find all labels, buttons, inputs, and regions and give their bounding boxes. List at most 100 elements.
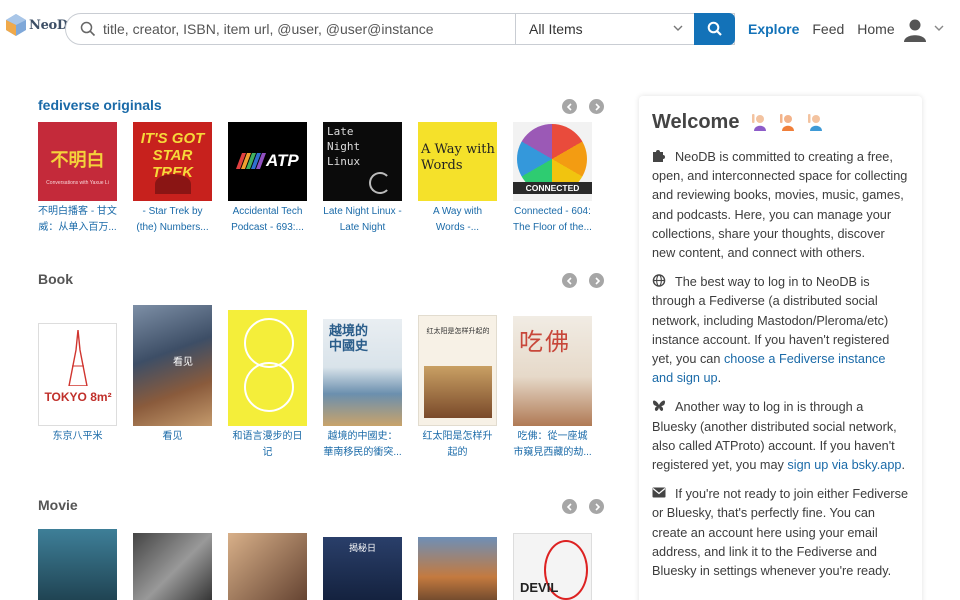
cover-image[interactable] [228,310,307,426]
cover-image[interactable]: 揭秘日 [323,537,402,600]
list-item[interactable]: 红太阳是怎样升起的 红太阳是怎样升起的 [418,315,497,461]
list-item[interactable] [228,529,307,600]
butterfly-icon [653,400,665,412]
intro-paragraph: NeoDB is committed to creating a free, o… [652,148,909,263]
cover-title: 红太阳是怎样升起的 [426,328,490,335]
item-list: 不明白 Conversations with Yaxue Li 不明白播客 - … [38,122,592,236]
list-item[interactable]: 不明白 Conversations with Yaxue Li 不明白播客 - … [38,122,117,236]
search-icon [707,21,722,36]
search-icon [80,21,96,37]
arrow-left-icon[interactable] [562,99,577,114]
nav-home[interactable]: Home [857,21,894,37]
puzzle-icon [653,150,665,162]
list-item[interactable]: DEVIL [513,529,592,600]
cover-image[interactable] [418,537,497,600]
cover-image[interactable] [38,529,117,600]
nav-explore[interactable]: Explore [748,21,799,37]
cover-image[interactable]: CONNECTED [513,122,592,201]
list-item[interactable]: ATP Accidental Tech Podcast - 693:... [228,122,307,236]
arrow-left-icon[interactable] [562,499,577,514]
cover-image[interactable]: DEVIL [513,533,592,600]
cover-title: A Way with Words [421,142,495,173]
section-movie: Movie 揭秘日 DEVIL [38,497,604,600]
list-item[interactable]: 和语言漫步的日记 [228,310,307,461]
envelope-icon [652,487,666,498]
person-raising-hand-icon [780,114,795,131]
cover-image[interactable]: 吃佛 [513,316,592,426]
arrow-right-icon[interactable] [589,499,604,514]
list-item[interactable]: IT'S GOT STAR TREK - Star Trek by (the) … [133,122,212,236]
welcome-panel: Welcome NeoDB is committed to creating a… [639,96,922,600]
avatar-icon[interactable] [903,18,927,42]
list-item[interactable]: Late Night Linux Late Night Linux - Late… [323,122,402,236]
cover-title: 揭秘日 [348,543,376,553]
cover-title: 看见 [173,357,193,368]
main-nav: Explore Feed Home [748,21,895,37]
item-caption[interactable]: Late Night Linux - Late Night Linux... [323,204,402,236]
section-title[interactable]: Movie [38,497,604,517]
item-caption[interactable]: 红太阳是怎样升起的 [418,429,497,461]
cover-title: DEVIL [520,580,559,595]
item-caption[interactable]: Accidental Tech Podcast - 693:... [228,204,307,236]
carousel-arrows [562,99,604,114]
arrow-left-icon[interactable] [562,273,577,288]
cover-title: Late Night Linux [327,125,361,168]
section-title[interactable]: Book [38,271,604,291]
list-item[interactable]: A Way with Words A Way with Words -... [418,122,497,236]
cover-title: ATP [266,151,299,170]
item-list: 揭秘日 DEVIL [38,529,592,600]
cover-subtitle: Conversations with Yaxue Li [46,180,109,186]
cover-image[interactable]: TOKYO 8m² [38,323,117,426]
carousel-arrows [562,499,604,514]
search-button[interactable] [694,13,735,45]
fediverse-paragraph: The best way to log in to NeoDB is throu… [652,273,909,388]
list-item[interactable] [38,529,117,600]
item-caption[interactable]: A Way with Words -... [418,204,497,236]
nav-feed[interactable]: Feed [812,21,844,37]
cover-image[interactable]: Late Night Linux [323,122,402,201]
cover-image[interactable]: IT'S GOT STAR TREK [133,122,212,201]
bsky-signup-link[interactable]: sign up via bsky.app [787,458,901,472]
cover-image[interactable] [133,533,212,600]
list-item[interactable]: TOKYO 8m² 东京八平米 [38,323,117,461]
item-caption[interactable]: 不明白播客 - 甘文威：从单入百万... [38,204,117,236]
list-item[interactable]: 看见 看见 [133,305,212,461]
cover-image[interactable]: 不明白 Conversations with Yaxue Li [38,122,117,201]
bluesky-paragraph: Another way to log in is through a Blues… [652,398,909,475]
cover-image[interactable] [228,533,307,600]
list-item[interactable]: 吃佛 吃佛：從一座城市窺見西藏的劫... [513,316,592,461]
cover-title: 不明白 [50,150,105,170]
arrow-right-icon[interactable] [589,99,604,114]
search-input[interactable] [103,21,513,37]
list-item[interactable]: 揭秘日 [323,529,402,600]
chevron-down-icon[interactable] [934,23,944,33]
cover-image[interactable]: ATP [228,122,307,201]
category-select[interactable]: All Items [515,14,695,44]
fediverse-text-end: . [717,371,722,386]
logo-icon [6,14,26,36]
arrow-right-icon[interactable] [589,273,604,288]
cover-image[interactable]: 看见 [133,305,212,426]
list-item[interactable] [133,529,212,600]
item-caption[interactable]: 东京八平米 [38,429,117,461]
welcome-heading: Welcome [652,108,909,136]
section-title[interactable]: fediverse originals [38,97,604,117]
item-caption[interactable]: - Star Trek by (the) Numbers... [133,204,212,236]
cover-image[interactable]: A Way with Words [418,122,497,201]
list-item[interactable]: CONNECTED Connected - 604: The Floor of … [513,122,592,236]
cover-image[interactable]: 红太阳是怎样升起的 [418,315,497,426]
item-caption[interactable]: 和语言漫步的日记 [228,429,307,461]
list-item[interactable] [418,529,497,600]
category-selected-label: All Items [529,21,583,37]
cover-image[interactable]: 越境的中國史 [323,319,402,426]
carousel-arrows [562,273,604,288]
cover-title: TOKYO 8m² [44,390,112,404]
item-caption[interactable]: 吃佛：從一座城市窺見西藏的劫... [513,429,592,461]
list-item[interactable]: 越境的中國史 越境的中國史：華南移民的衝突... [323,319,402,461]
item-caption[interactable]: Connected - 604: The Floor of the... [513,204,592,236]
email-text: If you're not ready to join either Fediv… [652,487,909,579]
item-caption[interactable]: 越境的中國史：華南移民的衝突... [323,429,402,461]
item-caption[interactable]: 看见 [133,429,212,461]
cover-title: 吃佛 [519,329,571,356]
person-raising-hand-icon [752,114,767,131]
